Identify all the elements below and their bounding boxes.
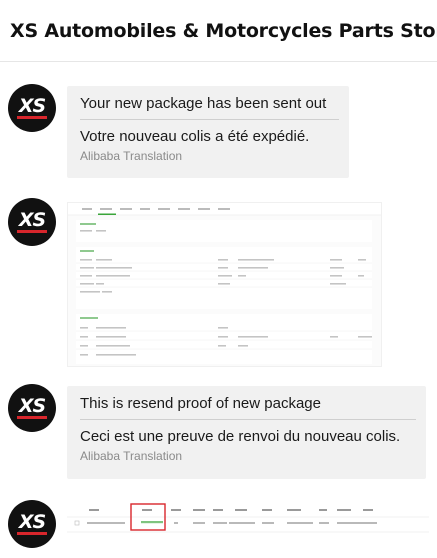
avatar-logo-text: XS [18,95,46,117]
original-text: This is resend proof of new package [80,386,416,420]
avatar-logo-text: XS [18,209,46,231]
avatar-logo-text: XS [18,395,46,417]
translated-text: Votre nouveau colis a été expédié. [80,128,310,145]
store-title: XS Automobiles & Motorcycles Parts Store [10,19,437,42]
seller-avatar[interactable]: XS [8,500,56,548]
message-bubble[interactable]: Your new package has been sent out Votre… [67,86,349,178]
avatar-stripe [17,116,47,119]
message-bubble[interactable]: This is resend proof of new package Ceci… [67,386,426,479]
chat-header: XS Automobiles & Motorcycles Parts Store [0,0,437,62]
seller-avatar[interactable]: XS [8,198,56,246]
avatar-logo-text: XS [18,511,46,533]
original-text: Your new package has been sent out [80,86,339,120]
translation-source: Alibaba Translation [80,449,183,463]
seller-avatar[interactable]: XS [8,384,56,432]
avatar-stripe [17,230,47,233]
order-detail-screenshot[interactable] [67,202,382,367]
order-detail-image [68,203,381,366]
seller-avatar[interactable]: XS [8,84,56,132]
avatar-stripe [17,416,47,419]
order-list-image [67,502,429,558]
translation-source: Alibaba Translation [80,149,183,163]
order-list-screenshot[interactable] [67,502,429,558]
translated-text: Ceci est une preuve de renvoi du nouveau… [80,428,401,445]
avatar-stripe [17,532,47,535]
